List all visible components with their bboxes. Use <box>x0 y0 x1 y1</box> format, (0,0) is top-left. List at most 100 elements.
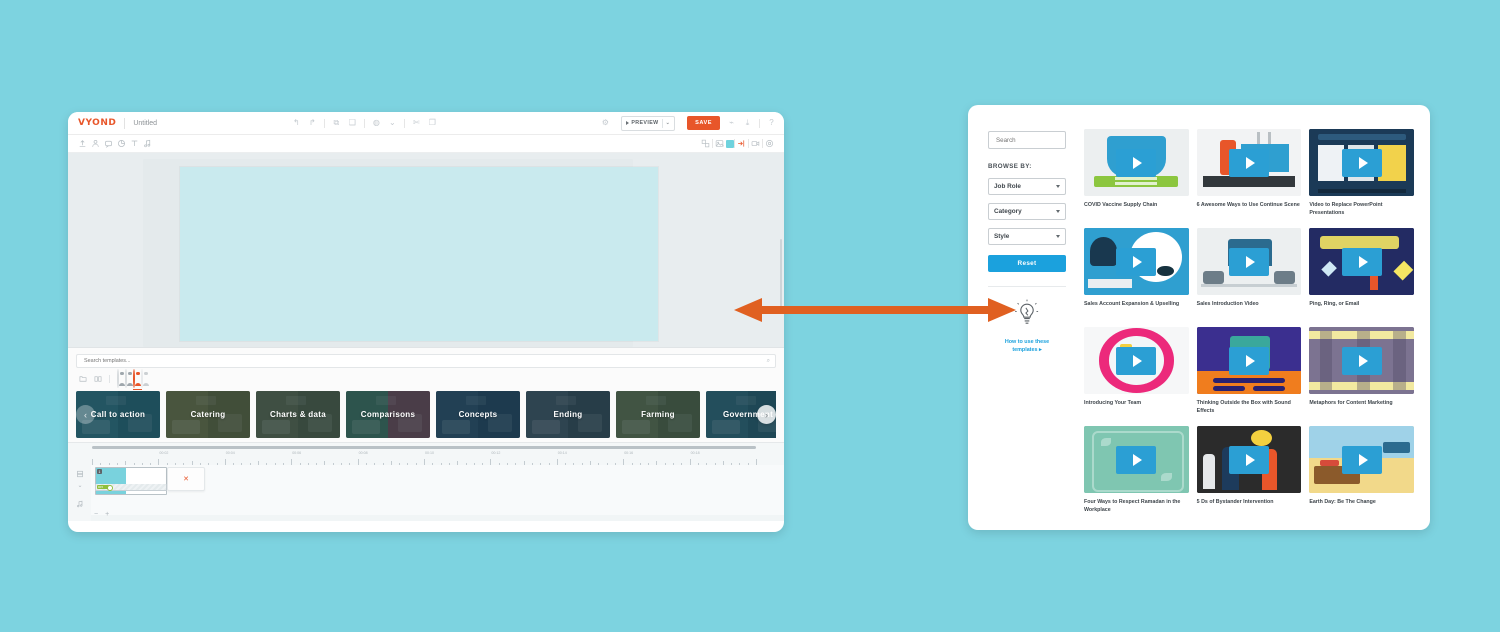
background-icon[interactable] <box>713 137 726 150</box>
video-thumbnail[interactable] <box>1084 426 1189 493</box>
chevron-left-icon[interactable]: ‹ <box>76 405 95 424</box>
play-button-icon[interactable] <box>1228 247 1269 276</box>
video-template-card[interactable]: Ping, Ring, or Email <box>1309 228 1414 327</box>
video-template-card[interactable]: Sales Introduction Video <box>1196 228 1302 327</box>
play-button-icon[interactable] <box>1341 346 1382 375</box>
video-template-card[interactable]: COVID Vaccine Supply Chain <box>1084 129 1189 228</box>
video-thumbnail[interactable] <box>1196 129 1302 196</box>
play-button-icon[interactable] <box>1341 247 1382 276</box>
vyond-logo[interactable]: VYOND <box>78 118 116 128</box>
preview-button[interactable]: PREVIEW ⌄ <box>620 115 676 131</box>
audio-track-icon[interactable] <box>75 499 85 509</box>
prop-icon[interactable] <box>102 137 115 150</box>
scene-track[interactable]: 1 MP3 ✕ <box>91 465 784 498</box>
template-card[interactable]: Farming <box>616 391 700 438</box>
audio-icon[interactable] <box>141 137 154 150</box>
audio-knob[interactable] <box>107 484 113 491</box>
template-search-box[interactable]: ⌕ <box>76 354 776 368</box>
video-template-card[interactable]: Sales Account Expansion & Upselling <box>1084 228 1189 327</box>
help-icon[interactable]: ? <box>767 119 776 128</box>
audio-track[interactable] <box>91 497 784 516</box>
camera-icon[interactable] <box>749 137 762 150</box>
scene-track-icon[interactable] <box>75 469 85 479</box>
upload-icon[interactable] <box>76 137 89 150</box>
copy-icon[interactable]: ⧉ <box>332 119 341 128</box>
template-card[interactable]: Ending <box>526 391 610 438</box>
filter-job-role[interactable]: Job Role <box>988 178 1066 195</box>
scene-audio-strip[interactable]: MP3 <box>95 484 167 491</box>
theme-icon[interactable]: ◍ <box>372 119 381 128</box>
download-icon[interactable]: ⤓ <box>743 119 752 128</box>
video-thumbnail[interactable] <box>1309 426 1414 493</box>
scene-settings-icon[interactable] <box>763 137 776 150</box>
play-button-icon[interactable] <box>1116 445 1157 474</box>
video-template-card[interactable]: 5 Ds of Bystander Intervention <box>1196 426 1302 525</box>
layers-icon[interactable] <box>699 137 712 150</box>
video-thumbnail[interactable] <box>1084 327 1189 394</box>
play-button-icon[interactable] <box>1116 247 1157 276</box>
video-thumbnail[interactable] <box>1309 129 1414 196</box>
filter-category[interactable]: Category <box>988 203 1066 220</box>
slides-icon[interactable] <box>93 375 102 384</box>
chevron-down-icon[interactable]: ⌄ <box>75 480 85 490</box>
zoom-out-button[interactable]: − <box>94 511 98 518</box>
style-contemporary[interactable] <box>117 369 126 388</box>
scene-context-menu[interactable]: ✕ <box>167 467 205 491</box>
redo-icon[interactable]: ↱ <box>308 119 317 128</box>
template-search-input[interactable] <box>82 357 767 365</box>
timeline-ruler[interactable]: 00:02 00:04 00:06 00:08 00:10 00:12 00:14 00:16… <box>92 451 776 466</box>
style-business-friendly[interactable] <box>125 369 134 388</box>
template-card[interactable]: Concepts <box>436 391 520 438</box>
scene-canvas[interactable] <box>180 167 658 341</box>
stage-scrollbar[interactable] <box>780 239 782 311</box>
share-icon[interactable]: ⌁ <box>727 119 736 128</box>
search-icon[interactable]: ⌕ <box>767 358 770 365</box>
zoom-in-button[interactable]: + <box>105 511 109 518</box>
video-thumbnail[interactable] <box>1084 129 1189 196</box>
video-thumbnail[interactable] <box>1196 426 1302 493</box>
gear-icon[interactable]: ⚙ <box>601 119 610 128</box>
library-search-input[interactable] <box>994 135 1085 145</box>
video-template-card[interactable]: Earth Day: Be The Change <box>1309 426 1414 525</box>
video-template-card[interactable]: Metaphors for Content Marketing <box>1309 327 1414 426</box>
play-button-icon[interactable] <box>1341 148 1382 177</box>
video-thumbnail[interactable] <box>1196 228 1302 295</box>
template-card[interactable]: Comparisons <box>346 391 430 438</box>
duplicate-icon[interactable]: ❐ <box>428 119 437 128</box>
timeline-scrollbar[interactable] <box>92 446 756 449</box>
video-template-card[interactable]: Introducing Your Team <box>1084 327 1189 426</box>
video-template-card[interactable]: Thinking Outside the Box with Sound Effe… <box>1196 327 1302 426</box>
character-icon[interactable] <box>89 137 102 150</box>
video-template-card[interactable]: 6 Awesome Ways to Use Continue Scene <box>1196 129 1302 228</box>
template-card-row[interactable]: Call to action Catering Charts & data Compa… <box>76 391 776 438</box>
play-button-icon[interactable] <box>1341 445 1382 474</box>
chart-icon[interactable] <box>115 137 128 150</box>
how-to-use-templates-link[interactable]: How to use these templates ▸ <box>1005 338 1049 355</box>
play-button-icon[interactable] <box>1228 445 1269 474</box>
video-thumbnail[interactable] <box>1084 228 1189 295</box>
paste-icon[interactable]: ❑ <box>348 119 357 128</box>
video-thumbnail[interactable] <box>1309 228 1414 295</box>
filter-style[interactable]: Style <box>988 228 1066 245</box>
chevron-down-icon[interactable]: ⌄ <box>388 119 397 128</box>
reset-button[interactable]: Reset <box>988 255 1066 272</box>
play-button-icon[interactable] <box>1116 346 1157 375</box>
template-card[interactable]: Catering <box>166 391 250 438</box>
library-search-box[interactable] <box>988 131 1093 149</box>
color-swatch[interactable] <box>726 139 734 148</box>
chevron-right-icon[interactable]: › <box>757 405 776 424</box>
video-thumbnail[interactable] <box>1196 327 1302 394</box>
undo-icon[interactable]: ↰ <box>292 119 301 128</box>
text-icon[interactable] <box>128 137 141 150</box>
scissors-icon[interactable]: ✄ <box>412 119 421 128</box>
play-button-icon[interactable] <box>1228 148 1269 177</box>
chevron-down-icon[interactable]: ⌄ <box>666 120 671 126</box>
save-button[interactable]: SAVE <box>687 116 720 130</box>
template-card[interactable]: Charts & data <box>256 391 340 438</box>
document-title[interactable]: Untitled <box>133 120 157 127</box>
video-template-card[interactable]: Four Ways to Respect Ramadan in the Work… <box>1084 426 1189 525</box>
folder-icon[interactable] <box>78 375 87 384</box>
style-more[interactable] <box>141 369 150 388</box>
video-thumbnail[interactable] <box>1309 327 1414 394</box>
video-template-card[interactable]: Video to Replace PowerPoint Presentation… <box>1309 129 1414 228</box>
